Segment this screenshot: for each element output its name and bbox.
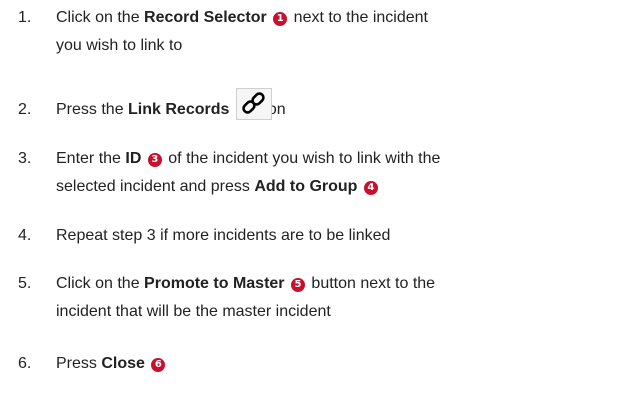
ui-term: Link Records: [128, 101, 230, 118]
step-text: Enter the ID 3 of the incident you wish …: [56, 145, 616, 201]
step-text: Press Close 6: [56, 350, 616, 378]
step-4: 4. Repeat step 3 if more incidents are t…: [18, 222, 618, 252]
step-1: 1. Click on the Record Selector 1 next t…: [18, 4, 618, 64]
step-line: selected incident and press Add to Group…: [56, 178, 380, 195]
instruction-list: 1. Click on the Record Selector 1 next t…: [0, 0, 632, 418]
step-line: Click on the Record Selector 1 next to t…: [56, 9, 428, 26]
step-3: 3. Enter the ID 3 of the incident you wi…: [18, 145, 618, 205]
step-number: 4.: [18, 227, 32, 244]
step-2: 2. Press the Link Records 2 icon: [18, 88, 618, 136]
step-line: Press Close 6: [56, 355, 167, 372]
ui-term: Record Selector: [144, 9, 267, 26]
step-5: 5. Click on the Promote to Master 5 butt…: [18, 270, 618, 330]
step-line: Click on the Promote to Master 5 button …: [56, 275, 436, 292]
callout-badge: 1: [273, 12, 288, 26]
step-line: Repeat step 3 if more incidents are to b…: [56, 227, 391, 244]
step-text: Click on the Promote to Master 5 button …: [56, 270, 616, 326]
step-line: you wish to link to: [56, 37, 183, 54]
step-line: Enter the ID 3 of the incident you wish …: [56, 150, 441, 167]
step-number: 2.: [18, 101, 32, 118]
link-chain-icon: [236, 88, 272, 120]
callout-badge: 4: [363, 181, 378, 195]
callout-badge: 5: [290, 278, 305, 292]
ui-term: Promote to Master: [144, 275, 285, 292]
callout-badge: 6: [151, 358, 166, 372]
step-6: 6. Press Close 6: [18, 350, 618, 380]
step-text: Repeat step 3 if more incidents are to b…: [56, 222, 616, 250]
ui-term: Add to Group: [254, 178, 358, 195]
step-number: 1.: [18, 9, 32, 26]
step-number: 5.: [18, 275, 32, 292]
ui-term: Close: [101, 355, 145, 372]
callout-badge: 3: [147, 153, 162, 167]
link-chain-icon-graphic: [242, 92, 265, 114]
step-text: Click on the Record Selector 1 next to t…: [56, 4, 616, 60]
step-text: Press the Link Records 2 icon: [56, 96, 616, 124]
step-line: incident that will be the master inciden…: [56, 303, 331, 320]
step-number: 3.: [18, 150, 32, 167]
ui-term: ID: [125, 150, 142, 167]
step-number: 6.: [18, 355, 32, 372]
